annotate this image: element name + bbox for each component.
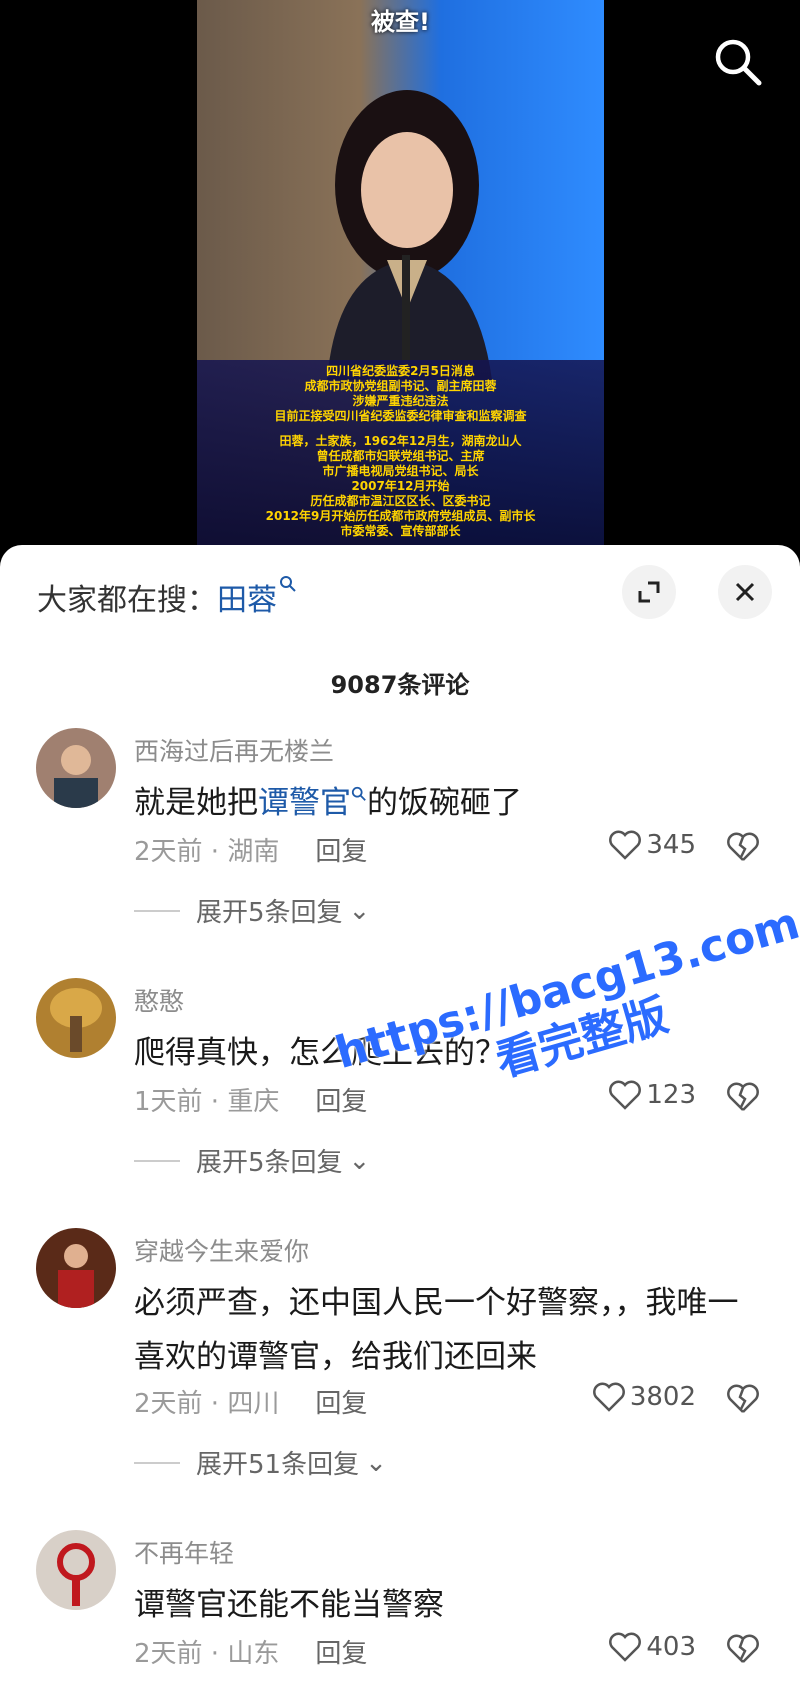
like-count: 403 (646, 1632, 696, 1662)
hot-search-bar[interactable]: 大家都在搜：田蓉 (37, 575, 297, 619)
avatar[interactable] (36, 1530, 116, 1610)
caption-line: 涉嫌严重违纪违法 (352, 394, 449, 408)
comment-text: 就是她把谭警官 的饭碗砸了 (134, 785, 522, 821)
username[interactable]: 不再年轻 (134, 1534, 234, 1570)
heart-icon (609, 1632, 642, 1662)
comment-count: 9087条评论 (330, 671, 470, 699)
dislike-button[interactable] (726, 1383, 760, 1419)
expand-replies[interactable]: 展开5条回复 ⌄ (134, 892, 370, 929)
expand-fullscreen-button[interactable] (622, 565, 676, 619)
like-button[interactable]: 123 (608, 1079, 696, 1111)
search-icon[interactable] (712, 36, 764, 88)
comment-text: 必须严查，还中国人民一个好警察，，我唯一喜欢的谭警官，给我们还回来 (134, 1285, 739, 1375)
small-search-icon (280, 576, 296, 592)
video-headline: 被查! (371, 8, 430, 36)
like-count: 3802 (629, 1382, 696, 1412)
expand-icon (638, 581, 660, 603)
comment-meta: 2天前 · 山东 回复 (134, 1639, 368, 1669)
like-button[interactable]: 3802 (592, 1381, 696, 1413)
username[interactable]: 穿越今生来爱你 (134, 1232, 309, 1268)
close-icon (735, 582, 755, 602)
reply-button[interactable]: 回复 (315, 1639, 367, 1669)
hot-search-prefix: 大家都在搜： (37, 583, 217, 618)
caption-line: 田蓉，土家族，1962年12月生，湖南龙山人 (279, 434, 522, 448)
avatar[interactable] (36, 978, 116, 1058)
broken-heart-icon (727, 832, 759, 861)
video-frame: 被查! 四川省纪委监委2月5日消息 成都市政协党组副书记、副主席田蓉 涉嫌严重违纪违… (197, 0, 604, 545)
video-caption: 四川省纪委监委2月5日消息 成都市政协党组副书记、副主席田蓉 涉嫌严重违纪违法 目前正… (197, 360, 604, 545)
chevron-down-icon: ⌄ (365, 1447, 387, 1478)
broken-heart-icon (727, 1634, 759, 1663)
username[interactable]: 西海过后再无楼兰 (134, 732, 334, 768)
caption-line: 市委常委、宣传部部长 (340, 524, 461, 538)
dislike-button[interactable] (726, 1633, 760, 1669)
expand-replies[interactable]: 展开51条回复 ⌄ (134, 1444, 387, 1481)
like-button[interactable]: 403 (608, 1631, 696, 1663)
caption-line: 2007年12月开始 (351, 479, 450, 493)
username[interactable]: 憨憨 (134, 982, 184, 1018)
like-button[interactable]: 345 (608, 829, 696, 861)
caption-line: 成都市政协党组副书记、副主席田蓉 (304, 379, 497, 393)
comment-text: 谭警官还能不能当警察 (134, 1587, 444, 1623)
expand-replies[interactable]: 展开5条回复 ⌄ (134, 1142, 370, 1179)
avatar[interactable] (36, 1228, 116, 1308)
broken-heart-icon (727, 1082, 759, 1111)
heart-icon (609, 830, 642, 860)
chevron-down-icon: ⌄ (348, 1145, 371, 1176)
caption-line (197, 424, 604, 434)
hot-search-keyword[interactable]: 田蓉 (217, 583, 277, 618)
comment-meta: 1天前 · 重庆 回复 (134, 1087, 368, 1117)
video-player[interactable]: 被查! 四川省纪委监委2月5日消息 成都市政协党组副书记、副主席田蓉 涉嫌严重违纪违… (0, 0, 800, 560)
reply-button[interactable]: 回复 (315, 1389, 367, 1419)
like-count: 123 (646, 1080, 696, 1110)
caption-line: 四川省纪委监委2月5日消息 (326, 364, 475, 378)
avatar[interactable] (36, 728, 116, 808)
keyword-link[interactable]: 谭警官 (258, 785, 351, 821)
broken-heart-icon (727, 1384, 759, 1413)
caption-line: 目前正接受四川省纪委监委纪律审查和监察调查 (274, 409, 527, 423)
chevron-down-icon: ⌄ (348, 895, 371, 926)
dislike-button[interactable] (726, 1081, 760, 1117)
small-search-icon (351, 786, 366, 801)
caption-line: 市广播电视局党组书记、局长 (322, 464, 479, 478)
close-button[interactable] (718, 565, 772, 619)
caption-line: 历任成都市温江区区长、区委书记 (310, 494, 491, 508)
dislike-button[interactable] (726, 831, 760, 867)
comment-meta: 2天前 · 四川 回复 (134, 1389, 368, 1419)
caption-line: 2012年9月开始历任成都市政府党组成员、副市长 (265, 509, 536, 523)
like-count: 345 (646, 830, 696, 860)
comment-sheet: 大家都在搜：田蓉 9087条评论 西海过后再无楼兰 就是她把谭警官 的饭碗砸了 2… (0, 545, 800, 1707)
person-image (327, 90, 492, 380)
caption-line: 曾任成都市妇联党组书记、主席 (316, 449, 485, 463)
heart-icon (592, 1382, 625, 1412)
comment-meta: 2天前 · 湖南 回复 (134, 837, 368, 867)
reply-button[interactable]: 回复 (315, 837, 367, 867)
heart-icon (609, 1080, 642, 1110)
